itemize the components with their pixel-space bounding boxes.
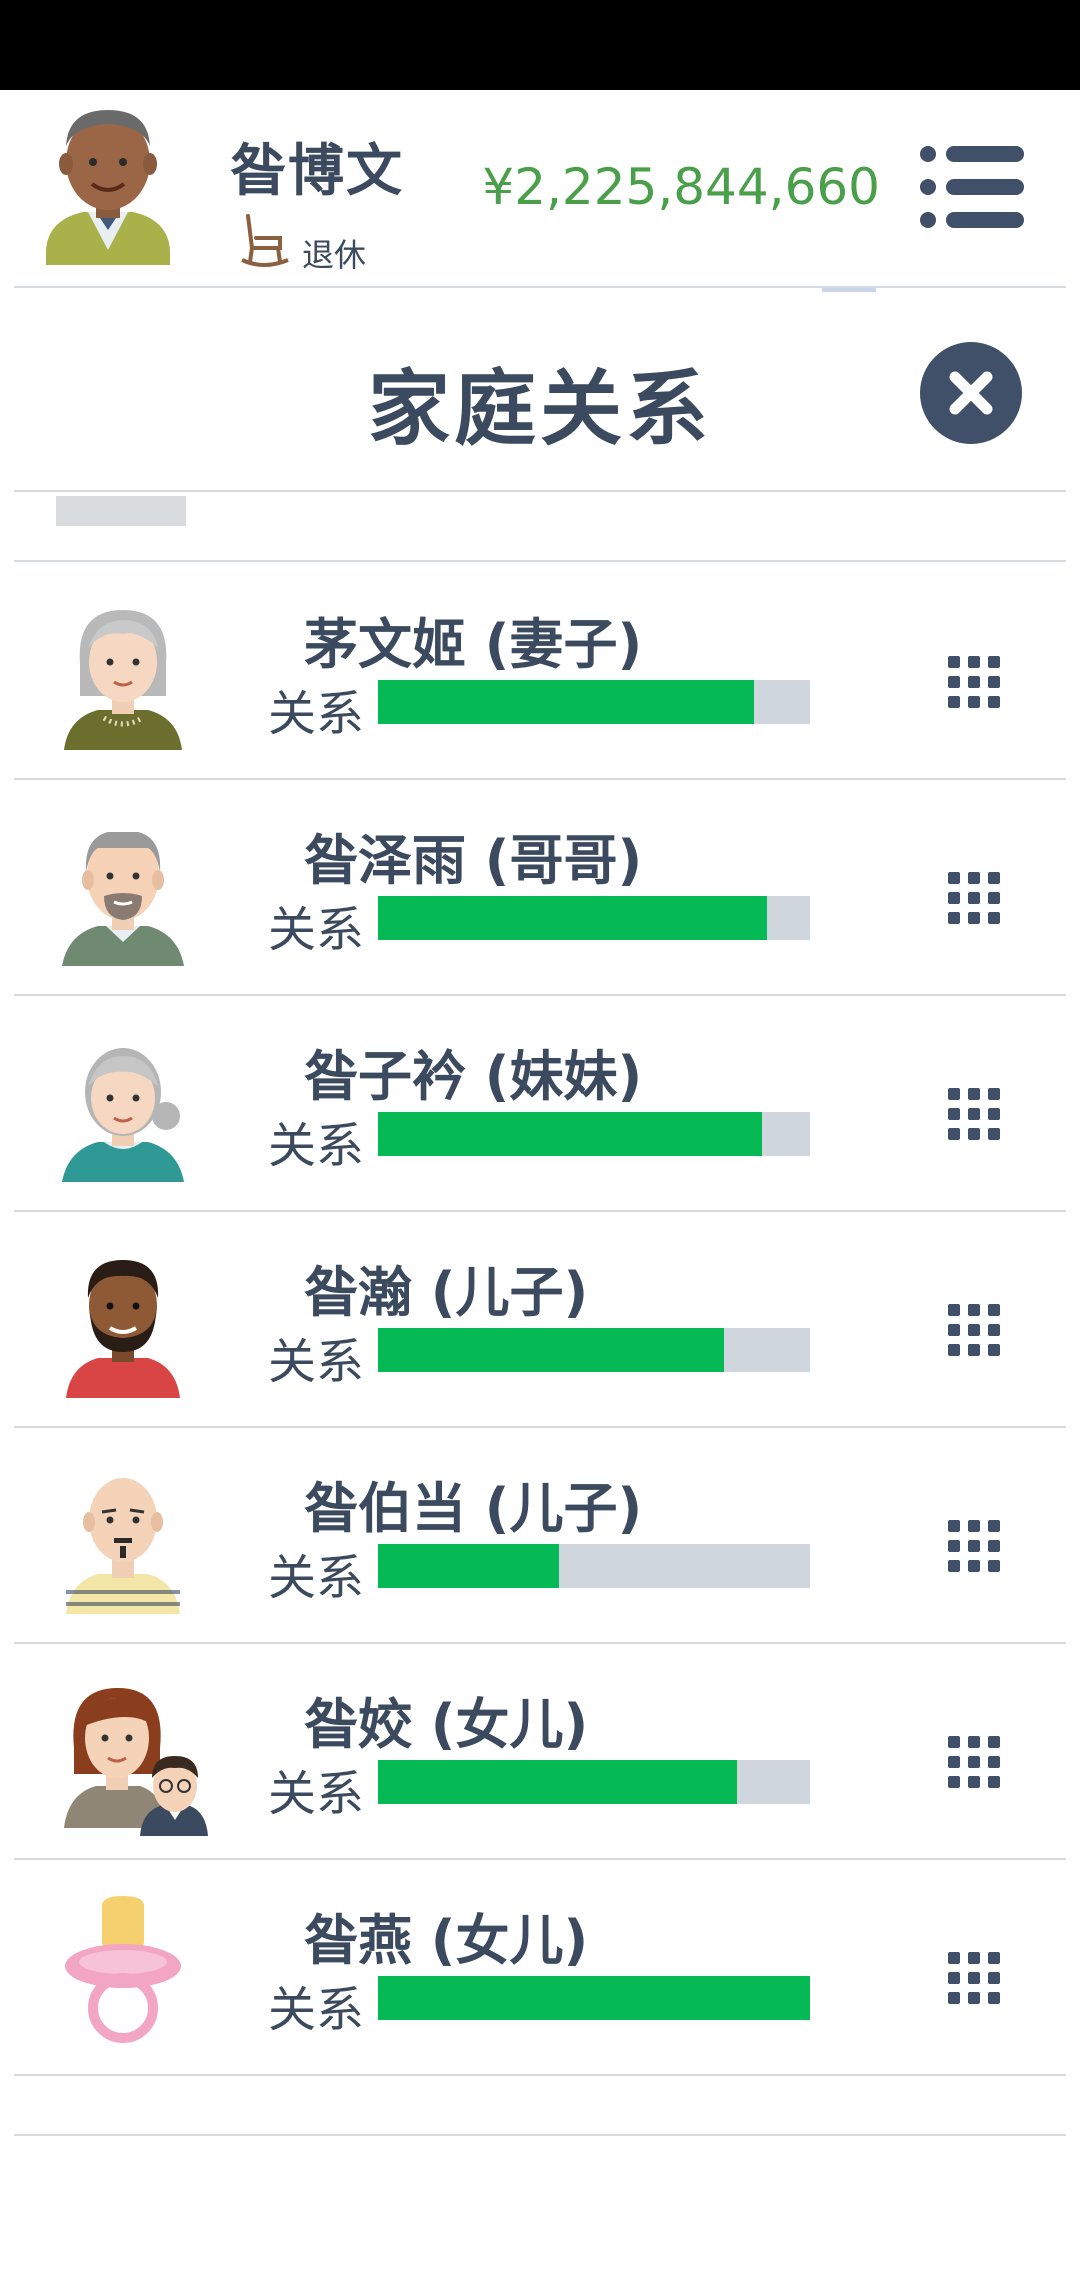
family-member-name: 昝燕 (女儿): [304, 1909, 589, 1972]
family-row[interactable]: 昝子衿 (妹妹) 关系: [0, 996, 1080, 1210]
grid-menu-icon[interactable]: [946, 1518, 1002, 1574]
relationship-bar: [376, 1326, 810, 1374]
relationship-bar-fill: [378, 1544, 560, 1588]
relationship-bar: [376, 1542, 810, 1590]
family-row[interactable]: 昝泽雨 (哥哥) 关系: [0, 780, 1080, 994]
family-member-name: 昝泽雨 (哥哥): [304, 829, 643, 892]
menu-list-icon[interactable]: [918, 144, 1026, 230]
family-member-name: 昝伯当 (儿子): [304, 1477, 643, 1540]
grid-menu-icon[interactable]: [946, 1950, 1002, 2006]
family-member-name: 昝子衿 (妹妹): [304, 1045, 643, 1108]
bar-tick: [376, 1974, 378, 2022]
grid-menu-icon[interactable]: [946, 1086, 1002, 1142]
relationship-label: 关系: [268, 1550, 365, 1606]
bar-tick: [376, 894, 378, 942]
bald-man-avatar: [66, 1478, 180, 1614]
relationship-bar: [376, 678, 810, 726]
relationship-bar: [376, 1110, 810, 1158]
grid-menu-icon[interactable]: [946, 654, 1002, 710]
woman-with-partner-avatar: [64, 1688, 208, 1836]
family-member-name: 昝瀚 (儿子): [304, 1261, 589, 1324]
close-button[interactable]: [920, 342, 1022, 444]
dialog-title: 家庭关系: [367, 362, 712, 457]
bar-tick: [376, 678, 378, 726]
relationship-label: 关系: [268, 1766, 365, 1822]
relationship-bar: [376, 1974, 810, 2022]
bearded-man-avatar: [66, 1260, 180, 1398]
placeholder-bar: [56, 496, 186, 526]
list-top-divider: [14, 560, 1066, 562]
family-row[interactable]: 昝燕 (女儿) 关系: [0, 1860, 1080, 2074]
relationship-bar-fill: [378, 1328, 724, 1372]
dialog-title-bar: 家庭关系: [0, 290, 1080, 490]
player-header: 昝博文 退休 ¥2,225,844,660: [0, 90, 1080, 286]
money-balance: ¥2,225,844,660: [482, 158, 880, 216]
rocking-chair-icon: [241, 214, 289, 267]
relationship-bar-fill: [378, 1976, 810, 2020]
elderly-woman-bun-avatar: [62, 1048, 184, 1182]
player-name: 昝博文: [230, 139, 404, 204]
relationship-bar: [376, 894, 810, 942]
life-status: 退休: [302, 236, 367, 274]
family-row[interactable]: 昝伯当 (儿子) 关系: [0, 1428, 1080, 1642]
grid-menu-icon[interactable]: [946, 870, 1002, 926]
header-divider: [14, 286, 1066, 288]
pacifier-baby-avatar: [65, 1896, 181, 2043]
bar-tick: [376, 1326, 378, 1374]
relationship-label: 关系: [268, 686, 365, 742]
relationship-bar: [376, 1758, 810, 1806]
bar-tick: [376, 1110, 378, 1158]
relationship-bar-fill: [378, 1112, 763, 1156]
elderly-man-avatar: [62, 832, 184, 966]
relationship-label: 关系: [268, 1334, 365, 1390]
row-divider: [14, 2074, 1066, 2076]
list-bottom-divider: [14, 2134, 1066, 2136]
status-bar: [0, 0, 1080, 90]
grid-menu-icon[interactable]: [946, 1734, 1002, 1790]
relationship-bar-fill: [378, 680, 754, 724]
family-row[interactable]: 昝姣 (女儿) 关系: [0, 1644, 1080, 1858]
grid-menu-icon[interactable]: [946, 1302, 1002, 1358]
relationship-label: 关系: [268, 902, 365, 958]
family-row[interactable]: 昝瀚 (儿子) 关系: [0, 1212, 1080, 1426]
player-avatar[interactable]: [38, 100, 178, 270]
elderly-woman-avatar: [64, 610, 182, 750]
bar-tick: [376, 1542, 378, 1590]
relationship-bar-fill: [378, 896, 767, 940]
relationship-label: 关系: [268, 1982, 365, 2038]
relationship-bar-fill: [378, 1760, 737, 1804]
bar-tick: [376, 1758, 378, 1806]
family-member-name: 茅文姬 (妻子): [304, 613, 643, 676]
family-row[interactable]: 茅文姬 (妻子) 关系: [0, 564, 1080, 778]
close-icon: [949, 371, 993, 415]
relationship-label: 关系: [268, 1118, 365, 1174]
family-member-name: 昝姣 (女儿): [304, 1693, 589, 1756]
title-divider: [14, 490, 1066, 492]
